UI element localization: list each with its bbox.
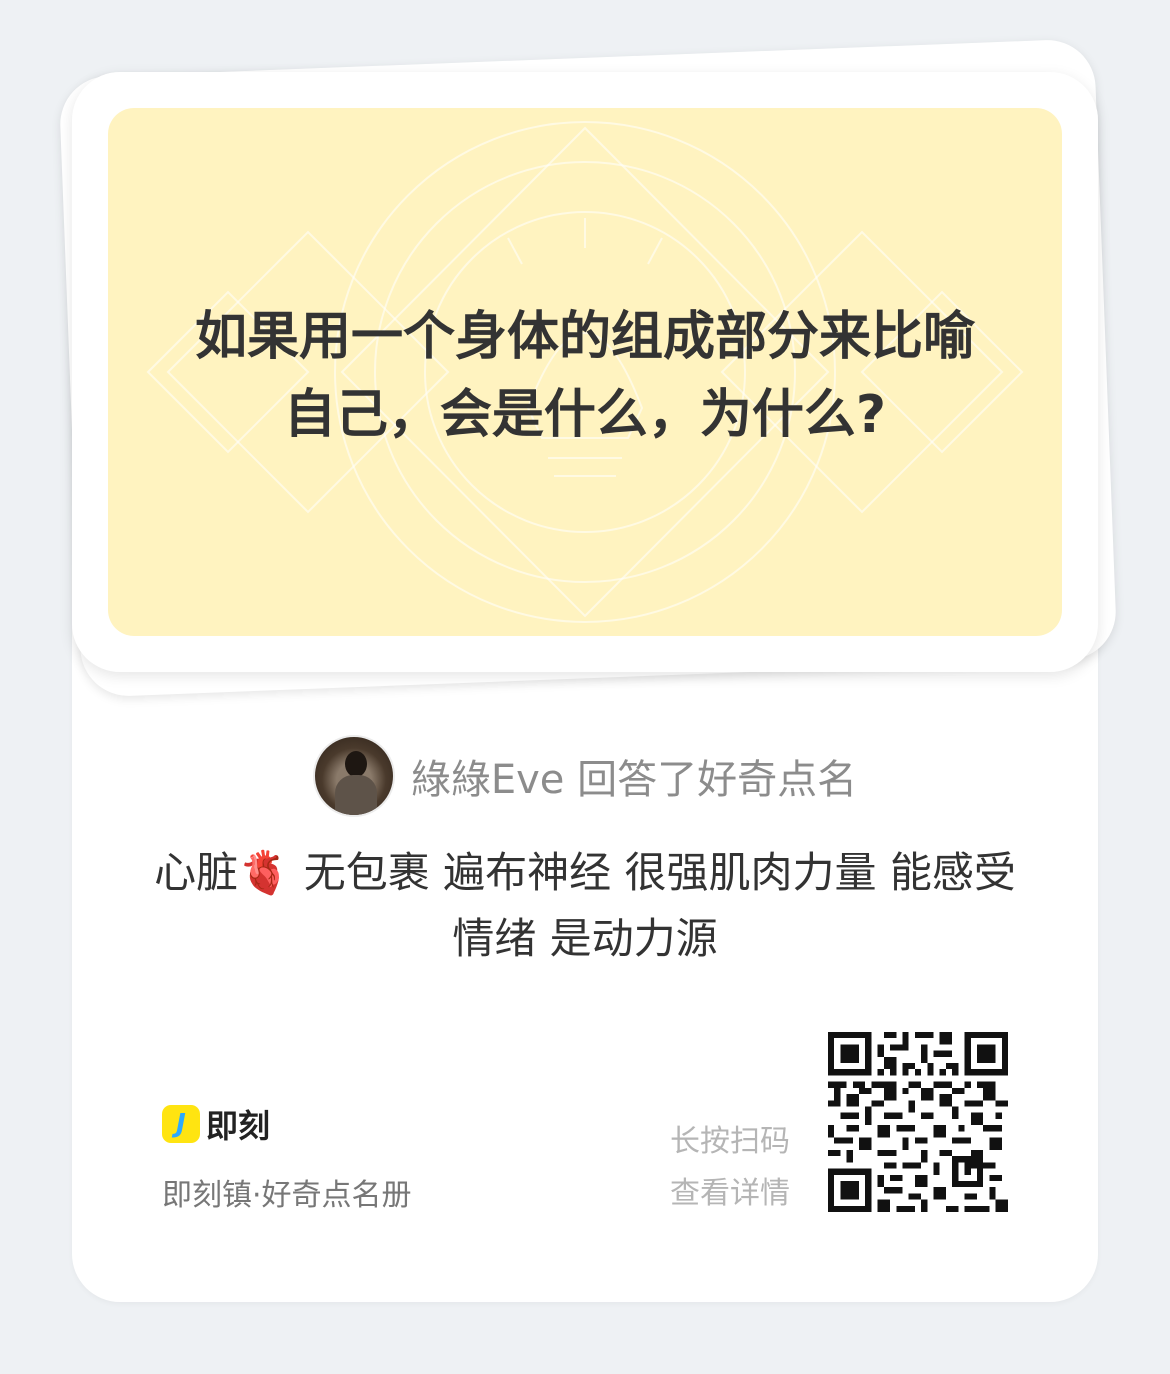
brand-name: 即刻 [206,1107,271,1145]
question-title: 如果用一个身体的组成部分来比喻 自己，会是什么，为什么? [148,298,1022,454]
question-panel: 如果用一个身体的组成部分来比喻 自己，会是什么，为什么? [108,108,1062,636]
qr-code-icon[interactable] [828,1032,1008,1212]
scan-hint-line-2: 查看详情 [670,1176,790,1211]
scan-hint: 长按扫码 查看详情 [640,1116,790,1220]
author-name: 綠綠Eve [410,757,565,803]
author-line: 綠綠Eve 回答了好奇点名 [411,747,857,805]
anatomical-heart-icon: 🫀 [238,848,291,897]
answer-text: 心脏🫀 无包裹 遍布神经 很强肌肉力量 能感受情绪 是动力源 [150,840,1020,972]
jike-logo-icon: J [162,1105,200,1143]
author-row[interactable]: 綠綠Eve 回答了好奇点名 [0,734,1170,818]
answer-part-1: 心脏 [154,848,239,897]
avatar-body [334,775,377,815]
question-line-1: 如果用一个身体的组成部分来比喻 [194,307,975,367]
question-line-2: 自己，会是什么，为什么? [283,385,887,445]
answer-part-2: 无包裹 遍布神经 很强肌肉力量 能感受情绪 是动力源 [303,848,1016,963]
brand-subtitle: 即刻镇·好奇点名册 [162,1178,412,1213]
scan-hint-line-1: 长按扫码 [670,1124,790,1159]
avatar[interactable] [312,735,395,817]
brand-logo: J 即刻 [162,1104,271,1145]
author-action: 回答了好奇点名 [577,757,858,803]
avatar-head [344,751,367,777]
